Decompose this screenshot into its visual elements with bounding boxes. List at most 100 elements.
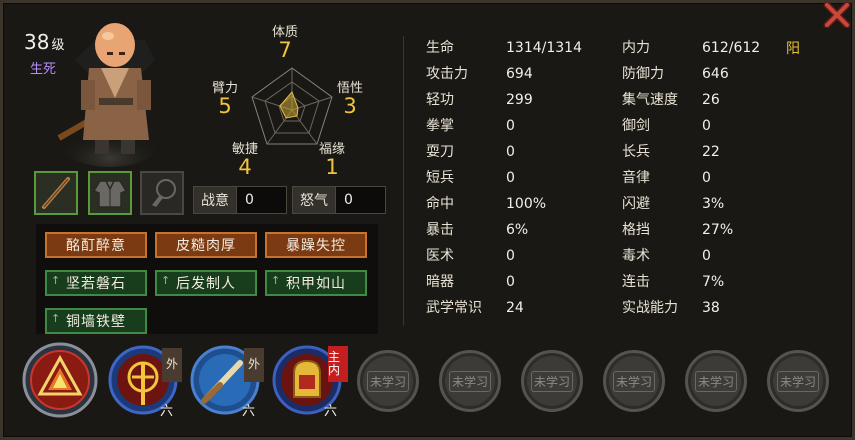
fighting-spirit-label: 战意	[193, 186, 237, 214]
stat-value: 0	[702, 118, 711, 134]
stat-value: 1314/1314	[506, 40, 582, 56]
skill-type-tag: 外	[162, 348, 182, 382]
locked-skill-label: 未学习	[448, 370, 491, 392]
trait-label: 后发制人	[176, 276, 236, 292]
stat-label: 实战能力	[622, 300, 678, 316]
stat-row: 短兵 0	[426, 168, 515, 188]
flame-aura-skill-icon	[22, 342, 98, 418]
stat-row: 命中 100%	[426, 194, 546, 214]
attr-agility-value: 4	[238, 155, 252, 179]
skill-tag-text: 主内	[328, 349, 341, 377]
trait-badge[interactable]: ↑ 铜墙铁壁	[45, 308, 147, 334]
stat-label: 长兵	[622, 144, 650, 160]
stat-label: 集气速度	[622, 92, 678, 108]
attr-agility: 敏捷 4	[232, 143, 258, 178]
arrow-up-icon: ↑	[51, 274, 62, 287]
locked-skill-label: 未学习	[694, 370, 737, 392]
stat-value: 0	[506, 170, 515, 186]
stat-label: 拳掌	[426, 118, 454, 134]
stat-value: 22	[702, 144, 720, 160]
stat-row: 生命 1314/1314	[426, 38, 582, 58]
rage-meter: 怒气 0	[292, 186, 386, 214]
attr-constitution-value: 7	[278, 38, 292, 62]
stat-value: 7%	[702, 274, 725, 290]
stat-value: 27%	[702, 222, 734, 238]
stat-value: 100%	[506, 196, 547, 212]
stat-row: 耍刀 0	[426, 142, 515, 162]
stat-label: 攻击力	[426, 66, 468, 82]
trait-badge[interactable]: ↑ 坚若磐石	[45, 270, 147, 296]
attr-insight-value: 3	[343, 94, 357, 118]
stat-label: 防御力	[622, 66, 664, 82]
stat-value: 0	[702, 170, 711, 186]
stat-row: 御剑 0	[622, 116, 711, 136]
stat-label: 毒术	[622, 248, 650, 264]
stat-row: 武学常识 24	[426, 298, 524, 318]
trait-badge[interactable]: 皮糙肉厚	[155, 232, 257, 258]
robe-icon	[92, 180, 128, 208]
attr-strength-value: 5	[218, 94, 232, 118]
locked-skill-label: 未学习	[530, 370, 573, 392]
equip-slot-armor[interactable]	[88, 171, 132, 215]
trait-badge[interactable]: 酩酊醉意	[45, 232, 147, 258]
stat-row: 暗器 0	[426, 272, 515, 292]
locked-skill-label: 未学习	[776, 370, 819, 392]
level-number: 38	[24, 30, 50, 54]
locked-skill-label: 未学习	[612, 370, 655, 392]
stat-label: 音律	[622, 170, 650, 186]
stat-label: 短兵	[426, 170, 454, 186]
stat-value: 24	[506, 300, 524, 316]
attr-constitution: 体质 7	[272, 26, 298, 61]
skill-tag-text: 外	[247, 357, 260, 372]
skill-slot-locked[interactable]: 未学习	[357, 350, 419, 412]
trait-badge[interactable]: 暴躁失控	[265, 232, 367, 258]
skill-tier: 六	[160, 404, 174, 419]
rage-value: 0	[336, 186, 386, 214]
stat-row: 暴击 6%	[426, 220, 528, 240]
stat-value: 6%	[506, 222, 529, 238]
equip-slot-weapon[interactable]	[34, 171, 78, 215]
equip-slot-accessory[interactable]	[140, 171, 184, 215]
stat-label: 命中	[426, 196, 454, 212]
attr-fortune: 福缘 1	[319, 143, 345, 178]
staff-icon	[42, 177, 70, 209]
stat-row: 拳掌 0	[426, 116, 515, 136]
stat-row: 格挡 27%	[622, 220, 733, 240]
character-title: 生死	[30, 62, 57, 77]
trait-label: 皮糙肉厚	[176, 238, 236, 254]
skill-tier: 六	[324, 404, 338, 419]
stat-label: 轻功	[426, 92, 454, 108]
stat-row: 内力 612/612	[622, 38, 760, 58]
trait-label: 坚若磐石	[66, 276, 126, 292]
close-button[interactable]	[823, 1, 851, 29]
skill-tier: 六	[242, 404, 256, 419]
trait-label: 积甲如山	[286, 276, 346, 292]
traits-panel: 酩酊醉意 皮糙肉厚 暴躁失控 ↑ 坚若磐石 ↑ 后发制人 ↑ 积甲如山 ↑ 铜墙铁壁	[36, 224, 378, 334]
attr-fortune-value: 1	[325, 155, 339, 179]
stat-value: 38	[702, 300, 720, 316]
stat-value: 0	[506, 118, 515, 134]
skill-slot-locked[interactable]: 未学习	[439, 350, 501, 412]
arrow-up-icon: ↑	[51, 312, 62, 325]
stat-value: 646	[702, 66, 729, 82]
skill-slot-active[interactable]	[22, 342, 98, 418]
skill-slot-locked[interactable]: 未学习	[603, 350, 665, 412]
trait-badge[interactable]: ↑ 后发制人	[155, 270, 257, 296]
stat-value: 694	[506, 66, 533, 82]
stat-row: 集气速度 26	[622, 90, 720, 110]
stat-label: 暗器	[426, 274, 454, 290]
yin-yang-indicator: 阳	[786, 41, 800, 57]
arrow-up-icon: ↑	[161, 274, 172, 287]
stat-label: 暴击	[426, 222, 454, 238]
trait-badge[interactable]: ↑ 积甲如山	[265, 270, 367, 296]
stat-row: 攻击力 694	[426, 64, 533, 84]
skill-slot-locked[interactable]: 未学习	[767, 350, 829, 412]
skill-slot-locked[interactable]: 未学习	[685, 350, 747, 412]
stat-row: 实战能力 38	[622, 298, 720, 318]
stat-row: 闪避 3%	[622, 194, 724, 214]
locked-skill-label: 未学习	[366, 370, 409, 392]
stat-value: 26	[702, 92, 720, 108]
fighting-spirit-value: 0	[237, 186, 287, 214]
skill-slot-locked[interactable]: 未学习	[521, 350, 583, 412]
stat-label: 闪避	[622, 196, 650, 212]
